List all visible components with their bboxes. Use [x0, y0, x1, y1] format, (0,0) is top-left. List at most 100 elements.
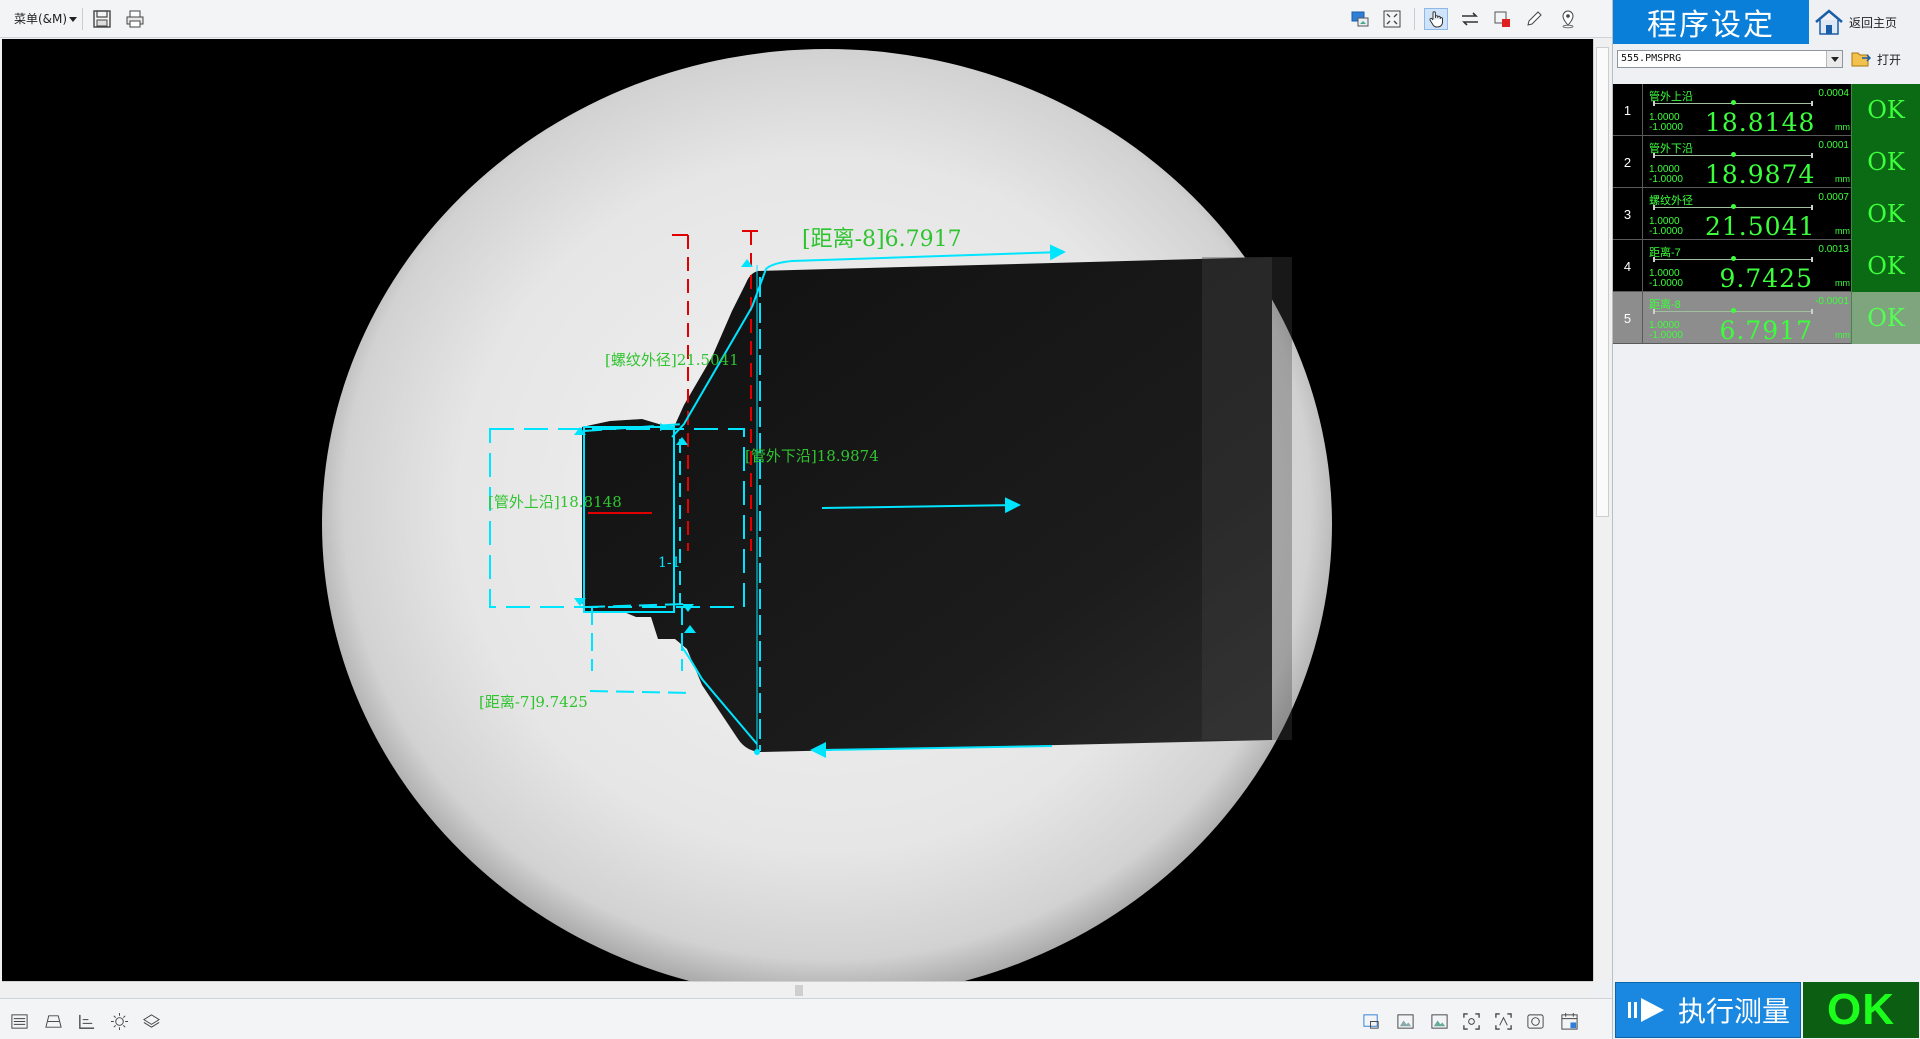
result-unit: mm [1835, 330, 1850, 340]
result-index: 3 [1613, 188, 1643, 240]
result-index: 2 [1613, 136, 1643, 188]
result-status: OK [1851, 292, 1920, 344]
image-source-icon[interactable] [1348, 8, 1372, 30]
layers-icon[interactable] [140, 1010, 162, 1032]
overall-status-badge: OK [1803, 982, 1919, 1038]
lower-tolerance: -1.0000 [1649, 174, 1683, 185]
calendar-icon[interactable] [1558, 1010, 1580, 1032]
result-unit: mm [1835, 278, 1850, 288]
tolerance-tick [1811, 257, 1813, 262]
hand-pointer-icon[interactable] [1424, 8, 1448, 30]
tolerance-bar [1653, 100, 1813, 106]
result-status: OK [1851, 188, 1920, 240]
annotation-thread-od: [螺纹外径]21.5041 [605, 351, 739, 369]
result-value: 18.8148 [1705, 108, 1816, 137]
tolerance-bar [1653, 256, 1813, 262]
program-file-select[interactable]: 555.PMSPRG [1617, 50, 1843, 68]
bottom-toolbar [0, 998, 1612, 1039]
result-value: 9.7425 [1719, 264, 1813, 293]
lower-tolerance: -1.0000 [1649, 122, 1683, 133]
brightness-icon[interactable] [108, 1010, 130, 1032]
result-row[interactable]: 5 距离-8 -0.0001 1.0000 -1.0000 6.7917 mm OK [1613, 292, 1920, 345]
right-panel: 程序设定 返回主页 555.PMSPRG 打开 1 管外上沿 0.0004 1.000… [1612, 0, 1920, 1039]
image-edit-icon[interactable] [1428, 1010, 1450, 1032]
home-button[interactable]: 返回主页 [1813, 4, 1917, 40]
tolerance-tick [1653, 101, 1655, 106]
swap-arrow-icon[interactable] [1458, 8, 1482, 30]
tolerance-tick [1653, 257, 1655, 262]
result-unit: mm [1835, 174, 1850, 184]
toolbar-divider [82, 8, 83, 30]
menu-button[interactable]: 菜单(&M) [14, 10, 78, 27]
measurement-results-list: 1 管外上沿 0.0004 1.0000 -1.0000 18.8148 mm OK 2 管外下沿… [1613, 84, 1920, 345]
tolerance-tick [1811, 153, 1813, 158]
crop-icon[interactable] [1490, 8, 1514, 30]
result-unit: mm [1835, 226, 1850, 236]
home-icon [1815, 9, 1843, 35]
fit-screen-icon[interactable] [1380, 8, 1404, 30]
annotation-outer-lower: [管外下沿]18.9874 [745, 447, 879, 465]
folder-open-icon [1851, 52, 1871, 67]
annotation-center: 1-1 [658, 555, 681, 571]
tolerance-bar [1653, 204, 1813, 210]
result-value: 18.9874 [1705, 160, 1816, 189]
execute-measurement-button[interactable]: 执行测量 [1615, 982, 1801, 1038]
lower-tolerance: -1.0000 [1649, 226, 1683, 237]
program-settings-title[interactable]: 程序设定 [1613, 0, 1809, 44]
result-row[interactable]: 1 管外上沿 0.0004 1.0000 -1.0000 18.8148 mm OK [1613, 84, 1920, 137]
result-name: 管外上沿 [1649, 91, 1693, 103]
tolerance-marker [1731, 152, 1736, 157]
result-row[interactable]: 3 螺纹外径 0.0007 1.0000 -1.0000 21.5041 mm OK [1613, 188, 1920, 241]
program-file-name: 555.PMSPRG [1621, 53, 1682, 64]
location-pin-icon[interactable] [1556, 8, 1580, 30]
result-row[interactable]: 2 管外下沿 0.0001 1.0000 -1.0000 18.9874 mm OK [1613, 136, 1920, 189]
home-label: 返回主页 [1849, 15, 1898, 30]
tolerance-tick [1653, 205, 1655, 210]
result-row[interactable]: 4 距离-7 0.0013 1.0000 -1.0000 9.7425 mm OK [1613, 240, 1920, 293]
execute-label: 执行测量 [1677, 996, 1790, 1027]
annotation-distance-7: [距离-7]9.7425 [479, 693, 588, 711]
camera-viewport[interactable]: [距离-8]6.7917 [螺纹外径]21.5041 [管外下沿]18.9874… [2, 39, 1593, 981]
horizontal-scrollbar[interactable] [2, 981, 1593, 998]
tolerance-tick [1811, 309, 1813, 314]
result-value: 21.5041 [1705, 212, 1816, 241]
measurement-image[interactable]: [距离-8]6.7917 [螺纹外径]21.5041 [管外下沿]18.9874… [2, 39, 1593, 981]
ruler-icon[interactable] [75, 1010, 97, 1032]
open-button[interactable]: 打开 [1851, 48, 1917, 70]
image-icon[interactable] [1394, 1010, 1416, 1032]
save-icon[interactable] [90, 8, 114, 30]
print-icon[interactable] [123, 8, 147, 30]
scroll-thumb[interactable] [1596, 47, 1609, 517]
result-name: 螺纹外径 [1649, 195, 1693, 207]
focus-icon[interactable] [1460, 1010, 1482, 1032]
tolerance-marker [1731, 100, 1737, 105]
top-toolbar: 菜单(&M) [0, 0, 1612, 38]
result-index: 1 [1613, 84, 1643, 136]
tolerance-bar [1653, 308, 1813, 314]
tolerance-marker [1731, 256, 1737, 261]
part-shadow [1202, 257, 1292, 740]
tolerance-bar [1653, 152, 1813, 158]
tolerance-tick [1811, 205, 1813, 210]
result-status: OK [1851, 136, 1920, 188]
chevron-down-icon[interactable] [1826, 51, 1842, 67]
select-region-icon[interactable] [1360, 1010, 1382, 1032]
pencil-icon[interactable] [1522, 8, 1546, 30]
lower-tolerance: -1.0000 [1649, 278, 1683, 289]
result-name: 管外下沿 [1649, 143, 1693, 155]
list-icon[interactable] [8, 1010, 30, 1032]
result-deviation: 0.0004 [1818, 88, 1849, 99]
scroll-thumb[interactable] [795, 985, 803, 996]
vertical-scrollbar[interactable] [1593, 39, 1612, 981]
camera-icon[interactable] [1524, 1010, 1546, 1032]
tolerance-tick [1653, 309, 1655, 314]
result-unit: mm [1835, 122, 1850, 132]
tolerance-tick [1653, 153, 1655, 158]
layout-icon[interactable] [42, 1010, 64, 1032]
toolbar-divider [1414, 8, 1415, 30]
result-status: OK [1851, 84, 1920, 136]
result-deviation: 0.0013 [1818, 244, 1849, 255]
lower-tolerance: -1.0000 [1649, 330, 1683, 341]
zoom-region-icon[interactable] [1492, 1010, 1514, 1032]
menu-label: 菜单(&M) [14, 12, 68, 26]
